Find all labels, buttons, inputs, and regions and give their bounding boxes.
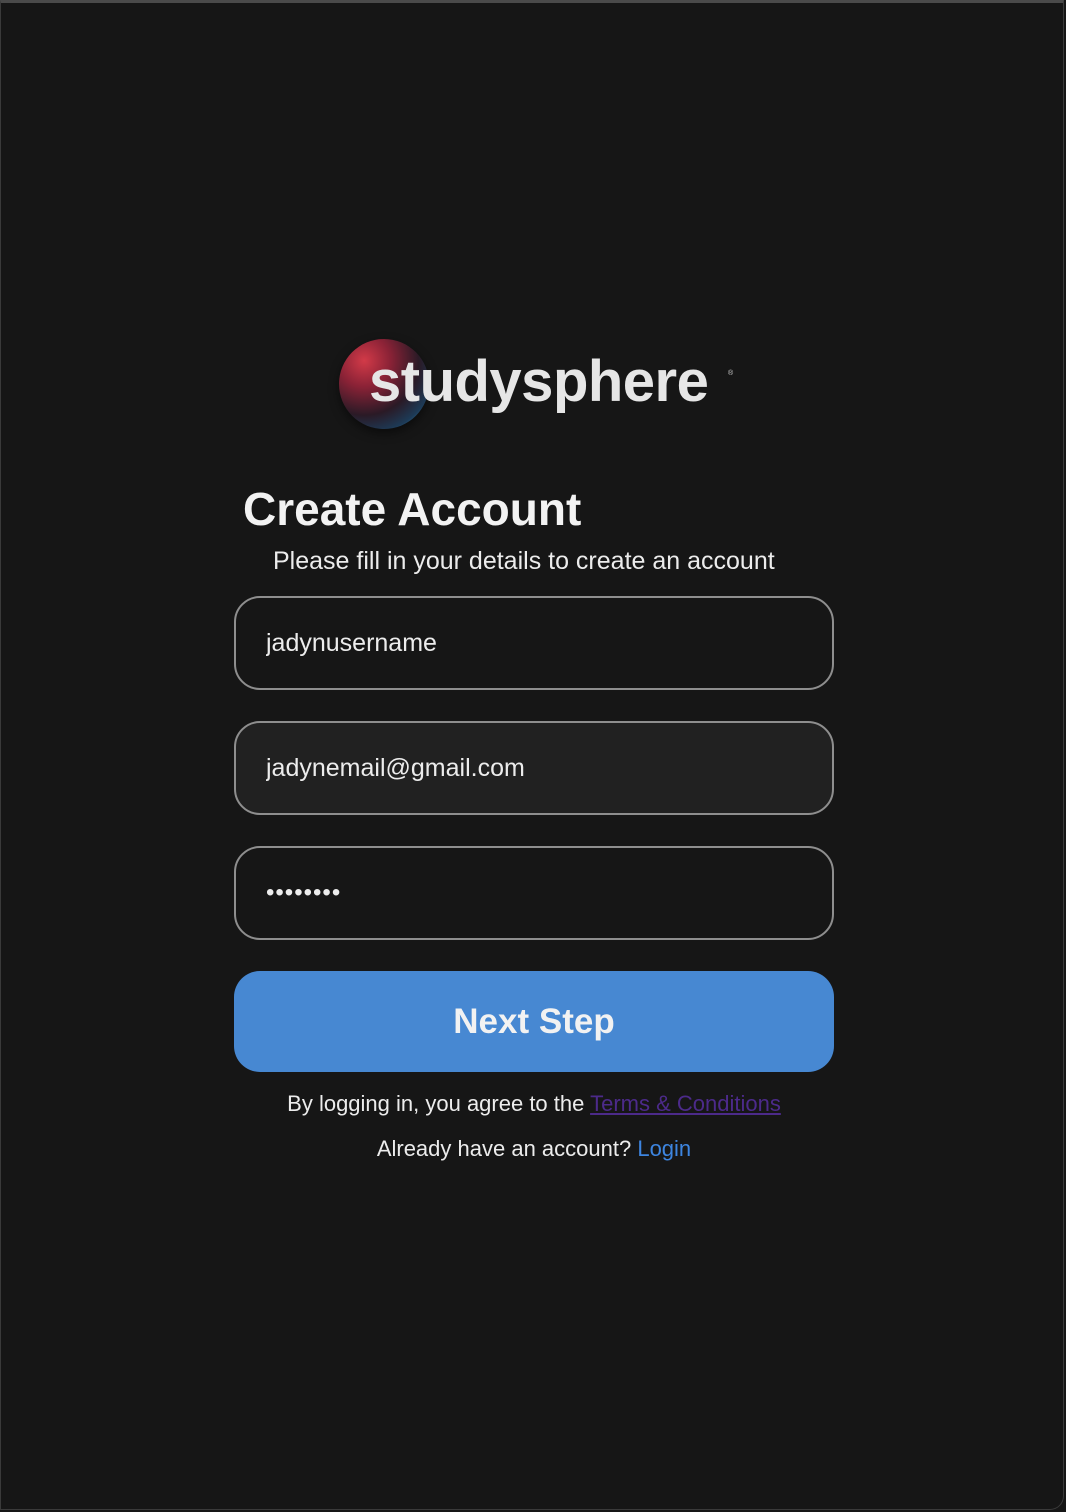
page-subtitle: Please fill in your details to create an… — [273, 547, 775, 575]
email-input[interactable] — [266, 753, 806, 783]
terms-link[interactable]: Terms & Conditions — [590, 1091, 781, 1116]
login-prefix-text: Already have an account? — [376, 1136, 638, 1161]
email-field[interactable] — [234, 721, 834, 815]
login-link[interactable]: Login — [637, 1136, 691, 1161]
password-field[interactable] — [234, 846, 834, 940]
password-input[interactable] — [266, 879, 806, 907]
username-field[interactable] — [234, 596, 834, 690]
studysphere-logo: studysphere ® — [339, 339, 739, 431]
page-title: Create Account — [243, 483, 582, 535]
next-step-button[interactable]: Next Step — [234, 971, 834, 1072]
terms-notice: By logging in, you agree to the Terms & … — [1, 1090, 1066, 1118]
app-window: studysphere ® Create Account Please fill… — [0, 0, 1064, 1510]
terms-prefix-text: By logging in, you agree to the — [287, 1091, 591, 1116]
logo-wordmark: studysphere — [369, 349, 709, 414]
login-prompt: Already have an account? Login — [1, 1135, 1066, 1163]
username-input[interactable] — [266, 628, 806, 658]
trademark-symbol: ® — [728, 370, 734, 377]
